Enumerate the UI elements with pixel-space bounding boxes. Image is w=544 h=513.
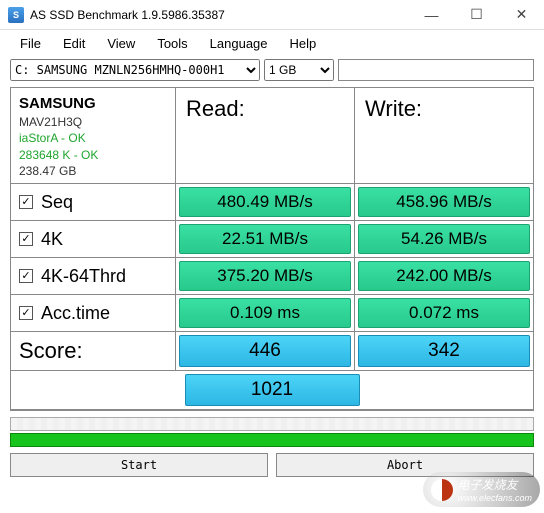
row-4k: ✓ 4K [11,221,176,258]
drive-driver: iaStorA - OK [19,130,167,146]
menu-language[interactable]: Language [200,34,278,53]
checkbox-4k64[interactable]: ✓ [19,269,33,283]
row-4k64: ✓ 4K-64Thrd [11,258,176,295]
checkbox-seq[interactable]: ✓ [19,195,33,209]
drive-vendor: SAMSUNG [19,94,167,114]
menu-help[interactable]: Help [280,34,327,53]
button-row: Start Abort [0,453,544,483]
4k64-read: 375.20 MB/s [179,261,351,291]
window-titlebar: S AS SSD Benchmark 1.9.5986.35387 — ☐ ✕ [0,0,544,30]
app-icon: S [8,7,24,23]
score-label: Score: [11,332,176,371]
menu-file[interactable]: File [10,34,51,53]
drive-select[interactable]: C: SAMSUNG MZNLN256HMHQ-000H1 [10,59,260,81]
header-read: Read: [176,88,355,184]
row-acc: ✓ Acc.time [11,295,176,332]
score-write: 342 [358,335,530,367]
4k-write: 54.26 MB/s [358,224,530,254]
drive-capacity: 238.47 GB [19,163,167,179]
drive-info-panel: SAMSUNG MAV21H3Q iaStorA - OK 283648 K -… [11,88,176,184]
score-total: 1021 [185,374,360,406]
progress-bar-2 [10,433,534,447]
abort-button[interactable]: Abort [276,453,534,477]
minimize-button[interactable]: — [409,0,454,30]
menubar: File Edit View Tools Language Help [0,30,544,57]
checkbox-acc[interactable]: ✓ [19,306,33,320]
toolbar: C: SAMSUNG MZNLN256HMHQ-000H1 1 GB [0,57,544,87]
score-read: 446 [179,335,351,367]
seq-read: 480.49 MB/s [179,187,351,217]
toolbar-input[interactable] [338,59,534,81]
menu-edit[interactable]: Edit [53,34,95,53]
checkbox-4k[interactable]: ✓ [19,232,33,246]
menu-view[interactable]: View [97,34,145,53]
size-select[interactable]: 1 GB [264,59,334,81]
close-button[interactable]: ✕ [499,0,544,30]
4k-read: 22.51 MB/s [179,224,351,254]
4k64-write: 242.00 MB/s [358,261,530,291]
window-title: AS SSD Benchmark 1.9.5986.35387 [30,8,225,22]
watermark-url: www.elecfans.com [457,493,532,503]
row-seq: ✓ Seq [11,184,176,221]
header-write: Write: [355,88,533,184]
maximize-button[interactable]: ☐ [454,0,499,30]
drive-alignment: 283648 K - OK [19,147,167,163]
label-acc: Acc.time [41,303,110,324]
label-4k: 4K [41,229,63,250]
seq-write: 458.96 MB/s [358,187,530,217]
acc-read: 0.109 ms [179,298,351,328]
results-grid: SAMSUNG MAV21H3Q iaStorA - OK 283648 K -… [10,87,534,411]
label-seq: Seq [41,192,73,213]
menu-tools[interactable]: Tools [147,34,197,53]
start-button[interactable]: Start [10,453,268,477]
label-4k64: 4K-64Thrd [41,266,126,287]
acc-write: 0.072 ms [358,298,530,328]
progress-bar-1 [10,417,534,431]
drive-model: MAV21H3Q [19,114,167,130]
